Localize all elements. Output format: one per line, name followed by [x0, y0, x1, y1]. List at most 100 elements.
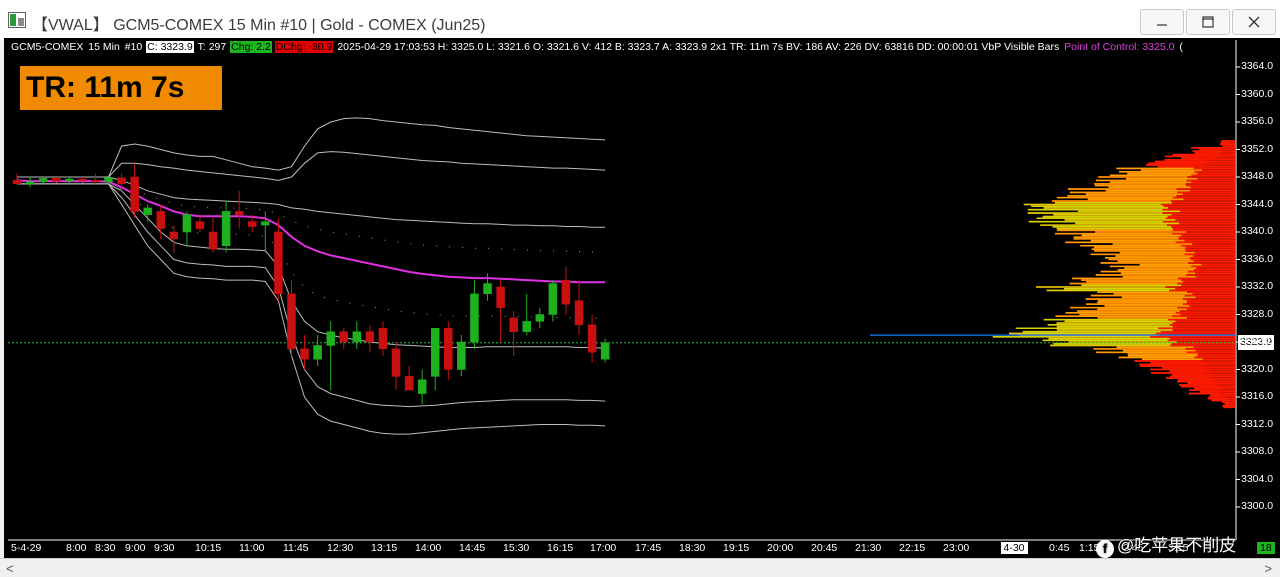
info-close: C: 3323.9	[146, 41, 194, 53]
price-tick-label: 3340.0	[1241, 225, 1274, 237]
time-tick-label: 21:30	[855, 542, 882, 554]
bear-candle	[378, 328, 388, 350]
bear-candle	[287, 293, 296, 350]
bull-candle	[313, 345, 322, 360]
info-timeframe: 15 Min	[88, 41, 120, 53]
bull-candle	[430, 328, 440, 377]
candles	[12, 163, 610, 404]
bear-candle	[274, 231, 283, 295]
vwap-bands	[16, 117, 606, 435]
price-tick-label: 3352.0	[1241, 142, 1274, 155]
price-tick-label: 3308.0	[1241, 445, 1274, 457]
bull-candle	[182, 214, 192, 233]
bull-candle	[352, 331, 362, 343]
info-daily-change: DChg: -30.9	[274, 41, 334, 53]
bull-candle	[470, 293, 479, 343]
horizontal-scrollbar[interactable]: < >	[0, 558, 1280, 577]
bear-candle	[169, 231, 179, 240]
price-tick-label: 3312.0	[1241, 417, 1274, 430]
scroll-right-arrow-icon[interactable]: >	[1264, 561, 1272, 576]
bear-candle	[391, 348, 401, 377]
price-tick-label: 3328.0	[1241, 307, 1274, 320]
watermark: f @吃苹果不削皮	[1096, 531, 1236, 558]
time-tick-label: 12:30	[327, 542, 354, 554]
time-tick-label: 11:00	[239, 542, 265, 554]
time-tick-label: 0:45	[1049, 542, 1070, 554]
bear-candle	[130, 176, 139, 212]
price-tick-label: 3324.0	[1241, 335, 1274, 347]
bear-candle	[208, 231, 218, 250]
price-tick-label: 3304.0	[1241, 472, 1274, 485]
bear-candle	[300, 348, 309, 360]
time-tick-label: 19:15	[723, 542, 750, 554]
volume-by-price-profile	[8, 140, 1236, 409]
info-stats: 2025-04-29 17:03:53 H: 3325.0 L: 3321.6 …	[337, 41, 1060, 53]
time-tick-label: 10:15	[195, 542, 222, 554]
bear-candle	[339, 331, 348, 343]
price-tick-label: 3344.0	[1241, 197, 1274, 210]
bear-candle	[509, 317, 518, 332]
bear-candle	[78, 178, 87, 181]
bull-candle	[483, 283, 492, 295]
time-tick-label: 16:15	[547, 542, 574, 554]
bear-candle	[365, 331, 375, 343]
vwap-dotted-band	[16, 178, 606, 253]
vwap-band-line	[17, 176, 606, 228]
vwap-band-line	[17, 183, 606, 435]
bear-candle	[12, 180, 22, 185]
bull-candle	[25, 181, 35, 185]
time-tick-label: 13:15	[371, 542, 398, 554]
vwap-dotted-band	[16, 181, 606, 319]
bear-candle	[574, 300, 584, 326]
price-tick-label: 3364.0	[1241, 60, 1274, 72]
vwap-band-line	[17, 183, 606, 408]
bear-candle	[587, 324, 597, 353]
bear-candle	[51, 178, 61, 182]
bull-candle	[143, 207, 152, 216]
bear-candle	[444, 328, 453, 370]
bull-candle	[457, 341, 466, 370]
time-tick-label: 17:45	[635, 542, 662, 554]
bull-candle	[548, 283, 558, 315]
time-tick-label: 23:00	[943, 542, 970, 554]
chart-info-bar: GCM5-COMEX 15 Min #10 C: 3323.9 T: 297 C…	[10, 41, 1184, 54]
bull-candle	[261, 221, 270, 226]
time-tick-label: 22:15	[899, 542, 926, 554]
price-tick-label: 3300.0	[1241, 500, 1274, 512]
info-ticks: T: 297	[197, 41, 227, 53]
vwap-line-group	[16, 179, 606, 284]
time-tick-label: 8:00	[66, 542, 87, 554]
bull-candle	[38, 178, 48, 183]
bear-candle	[195, 221, 205, 229]
time-tick-label: 18	[1257, 542, 1275, 554]
bear-candle	[496, 286, 505, 308]
time-tick-label: 4-30	[1000, 542, 1028, 554]
info-chart-number: #10	[124, 41, 143, 53]
time-tick-label: 20:00	[767, 542, 794, 554]
info-trailing: (	[1179, 41, 1183, 53]
watermark-logo-icon: f	[1096, 540, 1114, 558]
bull-candle	[535, 314, 545, 322]
time-tick-label: 18:30	[679, 542, 706, 554]
time-tick-label: 17:00	[590, 542, 617, 554]
vwap-line	[16, 179, 606, 284]
bear-candle	[404, 376, 414, 391]
price-tick-label: 3356.0	[1241, 115, 1274, 127]
scroll-left-arrow-icon[interactable]: <	[6, 561, 14, 576]
time-tick-label: 9:00	[125, 542, 146, 554]
vwap-band-line	[17, 117, 606, 178]
bear-candle	[117, 177, 126, 185]
price-tick-label: 3348.0	[1241, 170, 1274, 182]
bull-candle	[104, 177, 113, 183]
bull-candle	[221, 211, 231, 246]
time-tick-label: 5-4-29	[11, 542, 42, 554]
bull-candle	[600, 342, 610, 360]
bull-candle	[417, 379, 427, 394]
time-tick-label: 9:30	[154, 542, 175, 554]
time-tick-label: 8:30	[95, 542, 116, 554]
vwap-band-line	[17, 151, 606, 181]
time-remaining-badge: TR: 11m 7s	[20, 66, 222, 110]
price-tick-label: 3320.0	[1241, 362, 1274, 375]
price-tick-label: 3336.0	[1241, 252, 1274, 265]
info-symbol: GCM5-COMEX	[11, 41, 84, 53]
